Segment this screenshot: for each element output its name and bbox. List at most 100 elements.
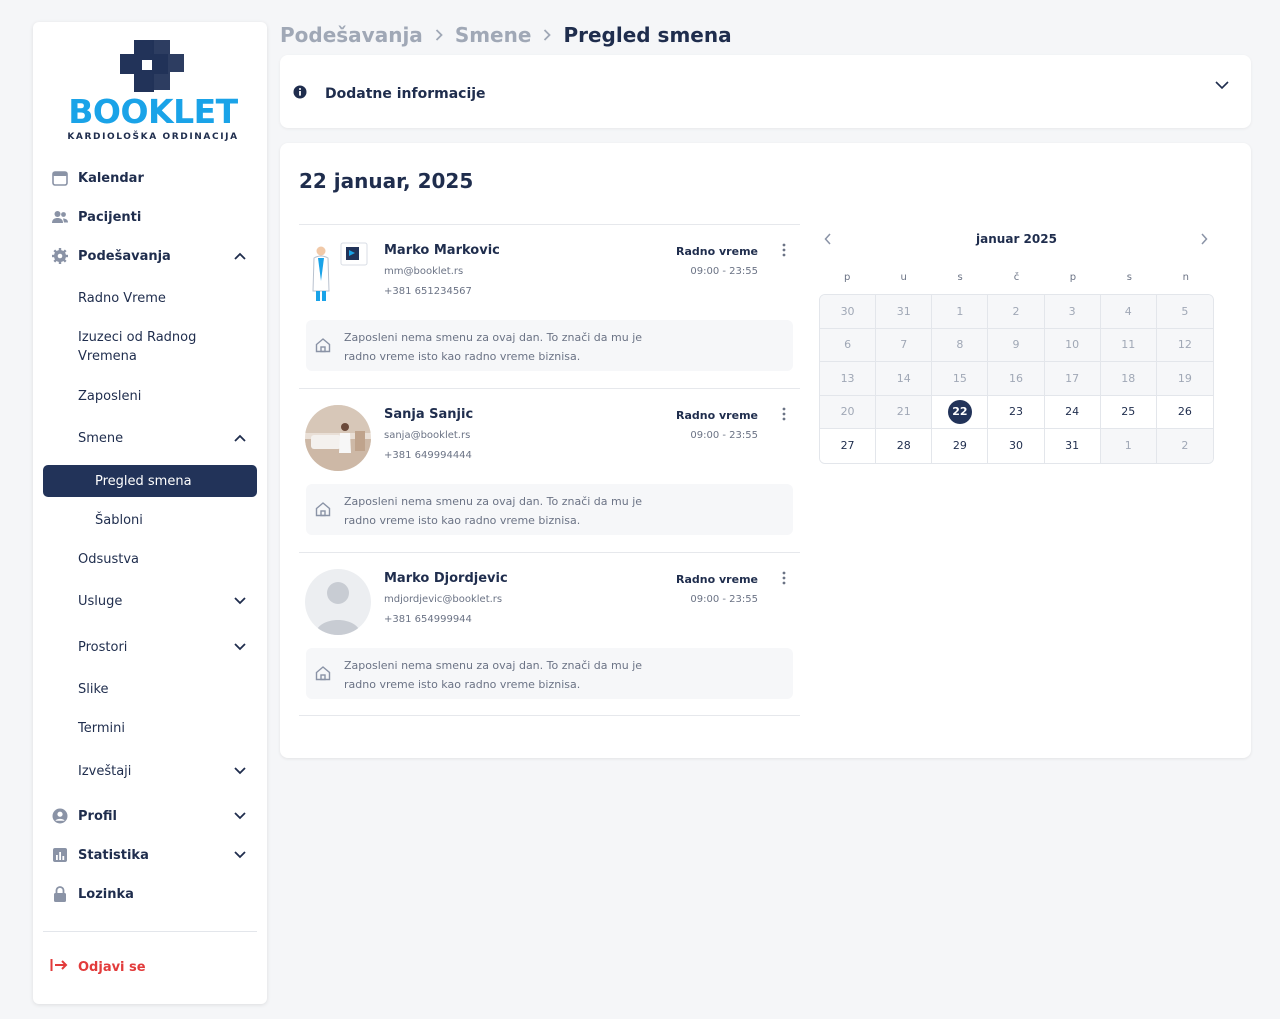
additional-info-panel[interactable]: Dodatne informacije [280, 55, 1251, 128]
calendar-day[interactable]: 13 [820, 362, 877, 396]
calendar-day[interactable]: 25 [1100, 395, 1157, 429]
breadcrumb-podesavanja[interactable]: Podešavanja [280, 23, 423, 47]
calendar-day[interactable]: 30 [988, 429, 1045, 463]
nav-kalendar[interactable]: Kalendar [33, 160, 267, 196]
weekday-label: s [1126, 272, 1132, 283]
nav-izvestaji[interactable]: Izveštaji [33, 761, 267, 781]
calendar-day[interactable]: 30 [820, 295, 877, 329]
clinic-photo-icon [305, 405, 371, 471]
calendar-day[interactable]: 15 [932, 362, 989, 396]
calendar-day[interactable]: 27 [820, 429, 877, 463]
breadcrumb: Podešavanja Smene Pregled smena [280, 20, 732, 50]
calendar-day[interactable]: 8 [932, 328, 989, 362]
work-time-value: 09:00 - 23:55 [690, 266, 758, 277]
more-options-icon[interactable] [777, 241, 791, 259]
chevron-down-icon[interactable] [231, 638, 249, 656]
calendar-day[interactable]: 3 [1044, 295, 1101, 329]
weekday-label: n [1182, 272, 1189, 283]
calendar-day[interactable]: 10 [1044, 328, 1101, 362]
calendar-day[interactable]: 9 [988, 328, 1045, 362]
nav-podesavanja-label: Podešavanja [78, 248, 171, 264]
calendar-day[interactable]: 19 [1156, 362, 1213, 396]
no-shift-notice-text: Zaposleni nema smenu za ovaj dan. To zna… [344, 495, 643, 527]
calendar-day[interactable]: 31 [876, 295, 933, 329]
nav-lozinka-label: Lozinka [78, 886, 134, 902]
calendar-day[interactable]: 24 [1044, 395, 1101, 429]
nav-profil[interactable]: Profil [33, 798, 267, 834]
employee-card[interactable]: Marko Djordjevic mdjordjevic@booklet.rs … [299, 552, 800, 716]
chevron-down-icon[interactable] [231, 762, 249, 780]
calendar-day[interactable]: 4 [1100, 295, 1157, 329]
nav-pacijenti-label: Pacijenti [78, 209, 142, 225]
more-options-icon[interactable] [777, 569, 791, 587]
chevron-down-icon[interactable] [231, 846, 249, 864]
nav-slike[interactable]: Slike [33, 679, 267, 699]
calendar-day[interactable]: 29 [932, 429, 989, 463]
no-shift-notice: Zaposleni nema smenu za ovaj dan. To zna… [306, 648, 793, 699]
nav-prostori[interactable]: Prostori [33, 637, 267, 657]
chevron-up-icon[interactable] [231, 429, 249, 447]
calendar-weekdays: p u s č p s n [819, 272, 1214, 288]
nav-lozinka[interactable]: Lozinka [33, 876, 267, 912]
calendar-day[interactable]: 1 [1100, 429, 1157, 463]
calendar-day[interactable]: 1 [932, 295, 989, 329]
employee-card[interactable]: Marko Markovic mm@booklet.rs +381 651234… [299, 224, 800, 388]
nav-pacijenti[interactable]: Pacijenti [33, 199, 267, 235]
lock-icon [50, 884, 70, 904]
more-options-icon[interactable] [777, 405, 791, 423]
chevron-down-icon[interactable] [231, 807, 249, 825]
nav-izuzeci[interactable]: Izuzeci od Radnog Vremena [33, 327, 267, 367]
no-shift-notice: Zaposleni nema smenu za ovaj dan. To zna… [306, 484, 793, 535]
calendar-day[interactable]: 14 [876, 362, 933, 396]
calendar-day[interactable]: 18 [1100, 362, 1157, 396]
nav-statistika[interactable]: Statistika [33, 837, 267, 873]
calendar-day[interactable]: 11 [1100, 328, 1157, 362]
nav-pregled-smena[interactable]: Pregled smena [43, 465, 257, 497]
doctor-illustration-icon [312, 242, 368, 301]
sidebar: BOOKLET KARDIOLOŠKA ORDINACIJA Kalendar … [33, 22, 267, 1004]
logout-button[interactable]: Odjavi se [33, 950, 267, 984]
nav-odsustva-label: Odsustva [78, 551, 140, 567]
calendar-day[interactable]: 12 [1156, 328, 1213, 362]
calendar-day[interactable]: 5 [1156, 295, 1213, 329]
work-time-label: Radno vreme [676, 573, 758, 586]
calendar-day[interactable]: 21 [876, 395, 933, 429]
calendar-day[interactable]: 2 [988, 295, 1045, 329]
calendar-day[interactable]: 28 [876, 429, 933, 463]
calendar-day[interactable]: 20 [820, 395, 877, 429]
nav-radno-vreme[interactable]: Radno Vreme [33, 288, 267, 308]
work-time-label: Radno vreme [676, 409, 758, 422]
calendar-day[interactable]: 7 [876, 328, 933, 362]
sidebar-divider [43, 931, 257, 932]
calendar-day[interactable]: 6 [820, 328, 877, 362]
employee-card[interactable]: Sanja Sanjic sanja@booklet.rs +381 64999… [299, 388, 800, 552]
nav-podesavanja[interactable]: Podešavanja [33, 238, 267, 274]
chevron-down-icon[interactable] [1212, 75, 1232, 95]
nav-odsustva[interactable]: Odsustva [33, 549, 267, 569]
employee-avatar [305, 405, 371, 471]
logout-label: Odjavi se [78, 959, 146, 975]
nav-termini[interactable]: Termini [33, 718, 267, 738]
nav-izuzeci-label: Izuzeci od Radnog Vremena [78, 328, 196, 366]
nav-smene[interactable]: Smene [33, 428, 267, 448]
nav-sabloni[interactable]: Šabloni [33, 510, 267, 530]
calendar-day[interactable]: 26 [1156, 395, 1213, 429]
nav-zaposleni[interactable]: Zaposleni [33, 386, 267, 406]
calendar-day[interactable]: 17 [1044, 362, 1101, 396]
medical-cross-logo-icon [120, 40, 184, 92]
chevron-down-icon[interactable] [231, 592, 249, 610]
chevron-up-icon[interactable] [231, 247, 249, 265]
calendar-day[interactable]: 16 [988, 362, 1045, 396]
calendar-day[interactable]: 31 [1044, 429, 1101, 463]
chevron-right-icon[interactable] [1195, 230, 1213, 248]
brand-logo[interactable]: BOOKLET KARDIOLOŠKA ORDINACIJA [63, 40, 243, 150]
breadcrumb-smene[interactable]: Smene [455, 23, 532, 47]
calendar-day[interactable]: 23 [988, 395, 1045, 429]
nav-statistika-label: Statistika [78, 847, 149, 863]
calendar-day-selected[interactable]: 22 [932, 395, 989, 429]
employee-avatar [305, 241, 371, 307]
calendar-day[interactable]: 2 [1156, 429, 1213, 463]
page-title: Pregled smena [563, 23, 732, 47]
nav-usluge[interactable]: Usluge [33, 591, 267, 611]
nav-pregled-smena-label: Pregled smena [95, 473, 192, 489]
